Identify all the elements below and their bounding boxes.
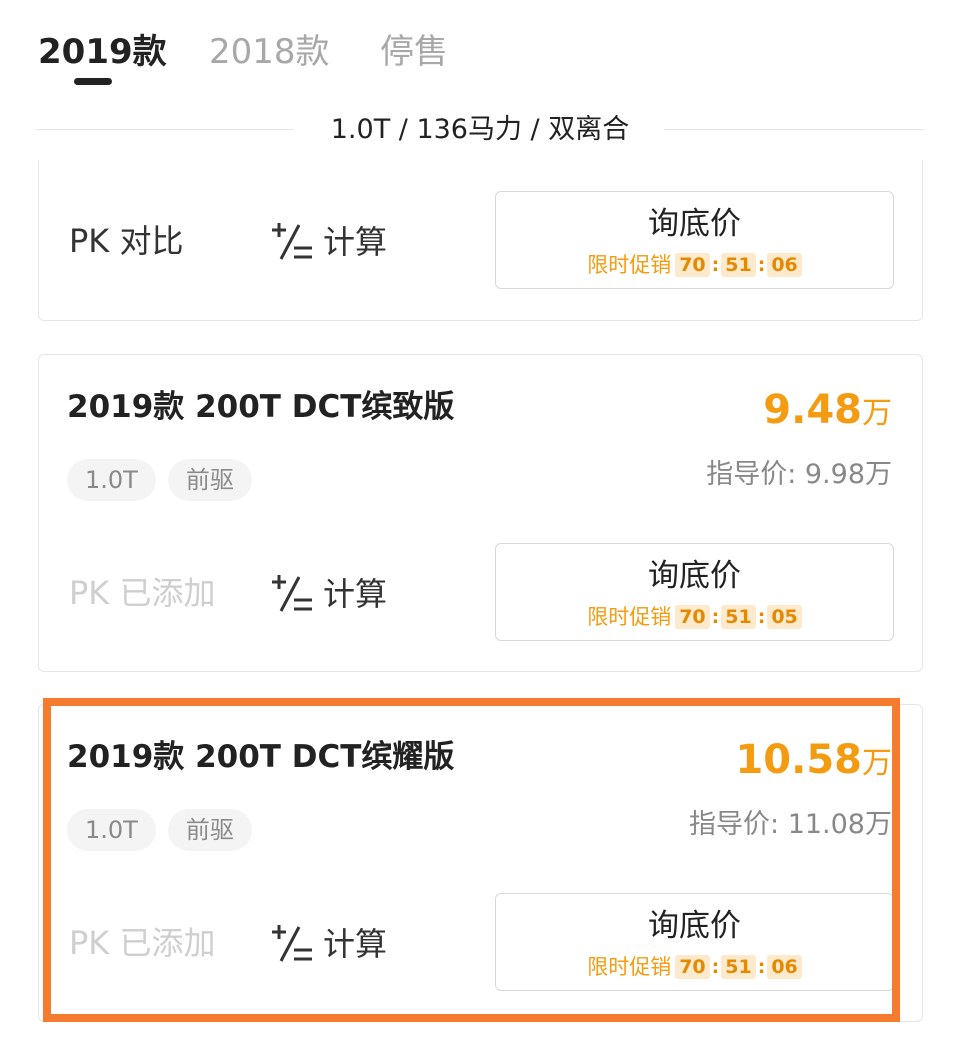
promo-countdown: 限时促销 70:51:06 bbox=[496, 952, 893, 981]
action-row: PK 对比 计算 询底价 限时促销 70:51:06 bbox=[39, 191, 922, 291]
price-value: 10.58 bbox=[735, 737, 862, 783]
plus-minus-calc-icon bbox=[272, 925, 312, 962]
calculate-button[interactable]: 计算 bbox=[269, 917, 387, 967]
trim-card[interactable]: 2019款 200T DCT缤耀版 10.58万 指导价: 11.08万 1.0… bbox=[38, 704, 923, 1022]
guide-price: 指导价: 11.08万 bbox=[689, 809, 892, 840]
model-name: 2019款 200T DCT缤耀版 bbox=[67, 739, 455, 775]
inquiry-label: 询底价 bbox=[648, 908, 741, 944]
calculate-label: 计算 bbox=[323, 223, 388, 261]
inquiry-price-button[interactable]: 询底价 限时促销 70:51:06 bbox=[495, 893, 894, 991]
engine-section-header: 1.0T / 136马力 / 双离合 bbox=[0, 108, 960, 152]
trim-card[interactable]: 2019款 200T DCT缤致版 9.48万 指导价: 9.98万 1.0T 前… bbox=[38, 354, 923, 672]
tab-discontinued[interactable]: 停售 bbox=[380, 30, 448, 74]
guide-price: 指导价: 9.98万 bbox=[706, 459, 892, 490]
dealer-price: 10.58万 bbox=[735, 737, 892, 791]
section-divider-right bbox=[664, 129, 924, 130]
countdown-minutes: 51 bbox=[721, 605, 756, 629]
inquiry-label: 询底价 bbox=[648, 558, 741, 594]
action-row: PK 已添加 计算 询底价 限时促销 70:51:06 bbox=[39, 893, 922, 993]
pk-compare-button[interactable]: PK 已添加 bbox=[69, 921, 215, 965]
price-unit: 万 bbox=[862, 746, 892, 781]
tag-engine: 1.0T bbox=[67, 809, 156, 851]
car-price-page: 2019款 2018款 停售 1.0T / 136马力 / 双离合 PK 对比 … bbox=[0, 0, 960, 1044]
inquiry-price-button[interactable]: 询底价 限时促销 70:51:05 bbox=[495, 543, 894, 641]
countdown-seconds: 06 bbox=[767, 253, 802, 277]
price-unit: 万 bbox=[862, 396, 892, 431]
tab-2018[interactable]: 2018款 bbox=[209, 30, 330, 74]
calculate-button[interactable]: 计算 bbox=[269, 215, 387, 265]
tag-drive: 前驱 bbox=[167, 459, 252, 501]
spec-tags: 1.0T 前驱 bbox=[67, 459, 264, 501]
countdown-hours: 70 bbox=[675, 605, 710, 629]
countdown-minutes: 51 bbox=[721, 955, 756, 979]
tab-2019[interactable]: 2019款 bbox=[38, 30, 167, 74]
calculate-label: 计算 bbox=[323, 575, 388, 613]
price-value: 9.48 bbox=[763, 387, 862, 433]
inquiry-label: 询底价 bbox=[648, 206, 741, 242]
countdown-minutes: 51 bbox=[721, 253, 756, 277]
promo-label: 限时促销 bbox=[587, 253, 672, 277]
spec-tags: 1.0T 前驱 bbox=[67, 809, 264, 851]
countdown-seconds: 06 bbox=[767, 955, 802, 979]
trim-card-partial: PK 对比 计算 询底价 限时促销 70:51:06 bbox=[38, 160, 923, 321]
countdown-hours: 70 bbox=[675, 955, 710, 979]
promo-countdown: 限时促销 70:51:06 bbox=[496, 250, 893, 279]
promo-label: 限时促销 bbox=[587, 955, 672, 979]
countdown-hours: 70 bbox=[675, 253, 710, 277]
tag-engine: 1.0T bbox=[67, 459, 156, 501]
countdown-seconds: 05 bbox=[767, 605, 802, 629]
promo-label: 限时促销 bbox=[587, 605, 672, 629]
calculate-label: 计算 bbox=[323, 925, 388, 963]
dealer-price: 9.48万 bbox=[763, 387, 892, 441]
plus-minus-calc-icon bbox=[272, 223, 312, 260]
active-tab-indicator bbox=[74, 78, 112, 85]
promo-countdown: 限时促销 70:51:05 bbox=[496, 602, 893, 631]
pk-compare-button[interactable]: PK 已添加 bbox=[69, 571, 215, 615]
inquiry-price-button[interactable]: 询底价 限时促销 70:51:06 bbox=[495, 191, 894, 289]
section-label: 1.0T / 136马力 / 双离合 bbox=[330, 114, 630, 145]
tag-drive: 前驱 bbox=[167, 809, 252, 851]
calculate-button[interactable]: 计算 bbox=[269, 567, 387, 617]
action-row: PK 已添加 计算 询底价 限时促销 70:51:05 bbox=[39, 543, 922, 643]
pk-compare-button[interactable]: PK 对比 bbox=[69, 219, 183, 263]
model-name: 2019款 200T DCT缤致版 bbox=[67, 389, 455, 425]
plus-minus-calc-icon bbox=[272, 575, 312, 612]
